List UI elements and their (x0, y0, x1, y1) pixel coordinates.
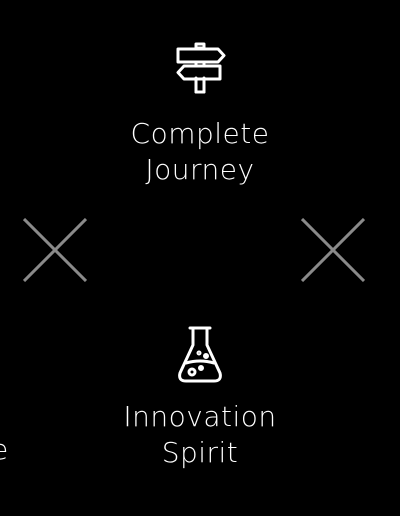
signpost-icon (176, 42, 226, 94)
feature-title-line-2: Journey (145, 153, 255, 186)
offscreen-feature-label-fragment: e (0, 432, 8, 468)
feature-complete-journey: Complete Journey (0, 40, 400, 188)
close-icon (23, 218, 87, 282)
flask-icon (178, 326, 222, 383)
feature-title-line-2: Spirit (161, 436, 239, 469)
close-left-button[interactable] (23, 218, 87, 282)
feature-innovation-spirit: Innovation Spirit (0, 325, 400, 471)
feature-title-line-1: Innovation (123, 400, 277, 433)
close-right-button[interactable] (301, 218, 365, 282)
feature-title-line-1: Complete (130, 117, 270, 150)
close-icon (301, 218, 365, 282)
